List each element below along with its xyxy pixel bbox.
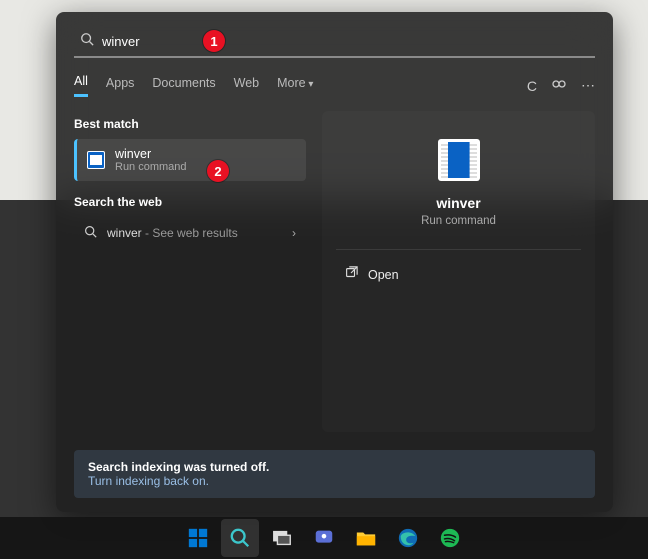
tab-web[interactable]: Web [234,76,259,96]
app-icon [438,139,480,181]
chevron-right-icon: › [292,226,296,240]
taskbar [0,517,648,559]
open-label: Open [368,268,399,282]
search-input[interactable] [102,34,589,49]
refresh-icon[interactable]: C [527,78,537,94]
best-match-label: Best match [74,117,306,131]
task-view-button[interactable] [263,519,301,557]
notice-action-link[interactable]: Turn indexing back on. [88,474,581,488]
run-command-icon [87,151,105,169]
web-hint: - See web results [142,226,238,240]
search-web-label: Search the web [74,195,306,209]
search-icon [84,225,97,241]
more-icon[interactable]: ⋯ [581,77,595,94]
best-match-result[interactable]: winver Run command [74,139,306,181]
spotify-button[interactable] [431,519,469,557]
detail-title: winver [436,195,480,211]
search-icon [80,32,94,51]
link-icon[interactable] [551,76,567,95]
start-button[interactable] [179,519,217,557]
indexing-notice: Search indexing was turned off. Turn ind… [74,450,595,498]
divider [336,249,581,250]
annotation-1: 1 [203,30,225,52]
chat-button[interactable] [305,519,343,557]
notice-title: Search indexing was turned off. [88,460,581,474]
tab-all[interactable]: All [74,74,88,97]
edge-button[interactable] [389,519,427,557]
start-search-panel: All Apps Documents Web More C ⋯ Best mat… [56,12,613,512]
detail-panel: winver Run command Open [322,111,595,432]
search-tabs: All Apps Documents Web More C ⋯ [74,74,595,97]
file-explorer-button[interactable] [347,519,385,557]
result-subtitle: Run command [115,161,187,173]
tab-documents[interactable]: Documents [152,76,215,96]
web-result[interactable]: winver - See web results › [74,217,306,249]
tab-apps[interactable]: Apps [106,76,135,96]
search-box[interactable] [74,26,595,58]
annotation-2: 2 [207,160,229,182]
results-column: Best match winver Run command Search the… [74,111,306,432]
detail-subtitle: Run command [421,215,496,227]
search-button[interactable] [221,519,259,557]
tab-more[interactable]: More [277,76,313,96]
result-title: winver [115,147,187,161]
open-action[interactable]: Open [336,256,581,293]
open-icon [344,266,358,283]
web-term: winver [107,226,142,240]
